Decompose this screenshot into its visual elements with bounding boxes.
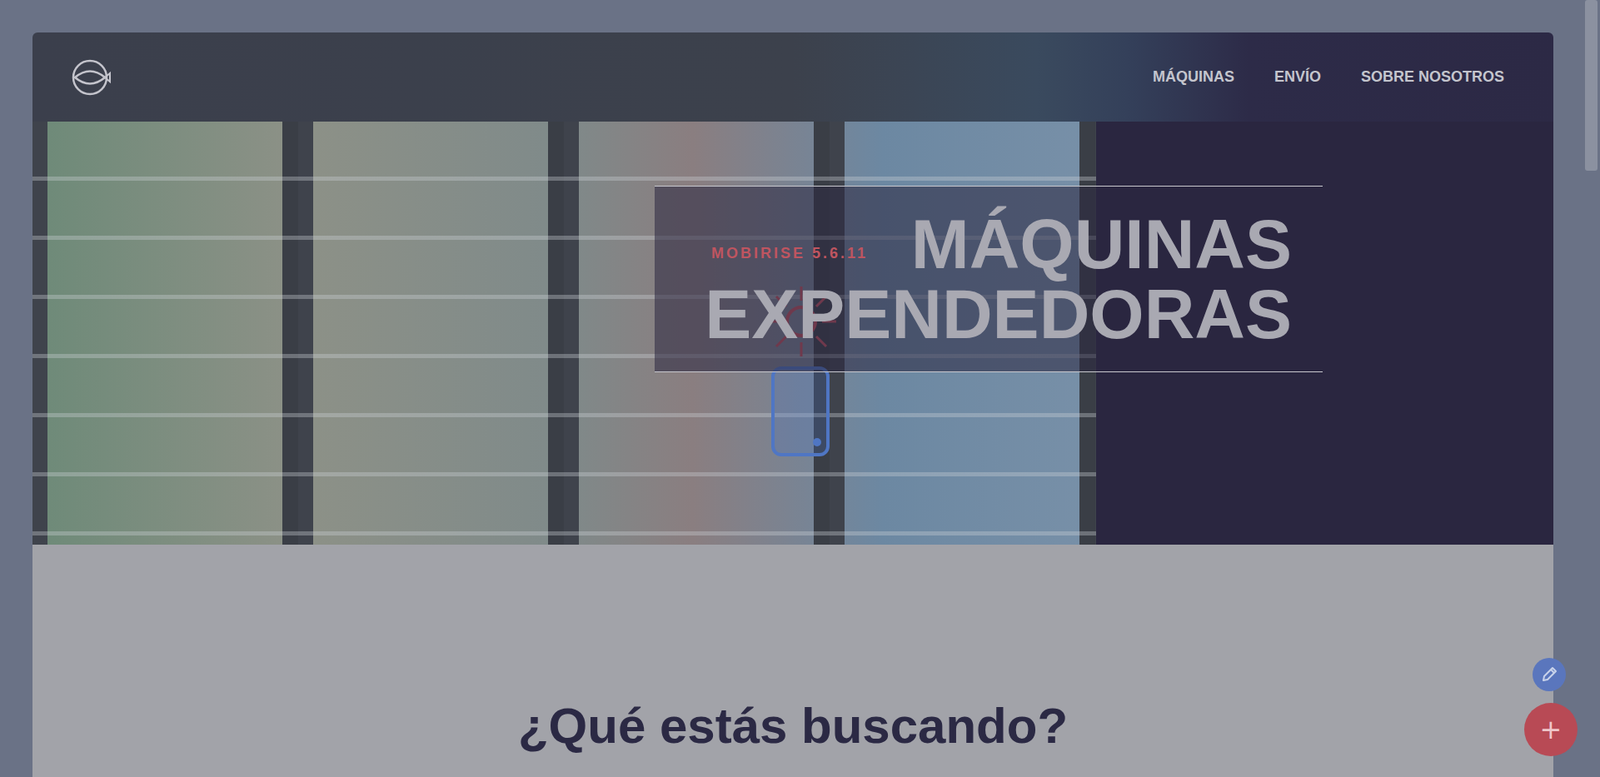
version-badge: MOBIRISE 5.6.11	[711, 226, 868, 263]
page: MÁQUINAS ENVÍO SOBRE NOSOTROS MOBIRISE 5.6.…	[0, 0, 1600, 777]
content-section: ¿Qué estás buscando?	[32, 544, 1554, 777]
hero-section: MOBIRISE 5.6.11 MÁQUINASEXPENDEDORAS	[32, 121, 1554, 545]
title-line: EXPENDEDORAS	[684, 279, 1292, 349]
title-line: MÁQUINAS	[911, 209, 1292, 280]
editor-screen: MÁQUINAS ENVÍO SOBRE NOSOTROS MOBIRISE 5.6.…	[0, 0, 1600, 777]
edit-button[interactable]	[1532, 657, 1566, 692]
add-block-button[interactable]: +	[1524, 702, 1578, 757]
nav-item[interactable]: ENVÍO	[1274, 68, 1321, 86]
pencil-icon	[1540, 665, 1559, 684]
main-nav: MÁQUINAS ENVÍO SOBRE NOSOTROS	[1152, 68, 1505, 86]
logo-icon[interactable]	[70, 58, 113, 97]
hero-title-box[interactable]: MOBIRISE 5.6.11 MÁQUINASEXPENDEDORAS	[654, 185, 1323, 373]
site-card: MÁQUINAS ENVÍO SOBRE NOSOTROS MOBIRISE 5.6.…	[32, 32, 1554, 777]
navbar: MÁQUINAS ENVÍO SOBRE NOSOTROS	[32, 32, 1554, 122]
title-row: MOBIRISE 5.6.11 MÁQUINAS	[684, 209, 1292, 280]
scrollbar	[1585, 0, 1598, 777]
block-handle-icon[interactable]	[770, 365, 831, 458]
section-heading: ¿Qué estás buscando?	[518, 696, 1068, 777]
nav-item[interactable]: SOBRE NOSOTROS	[1360, 68, 1505, 86]
scrollbar-thumb[interactable]	[1585, 0, 1598, 171]
nav-item[interactable]: MÁQUINAS	[1152, 68, 1235, 86]
